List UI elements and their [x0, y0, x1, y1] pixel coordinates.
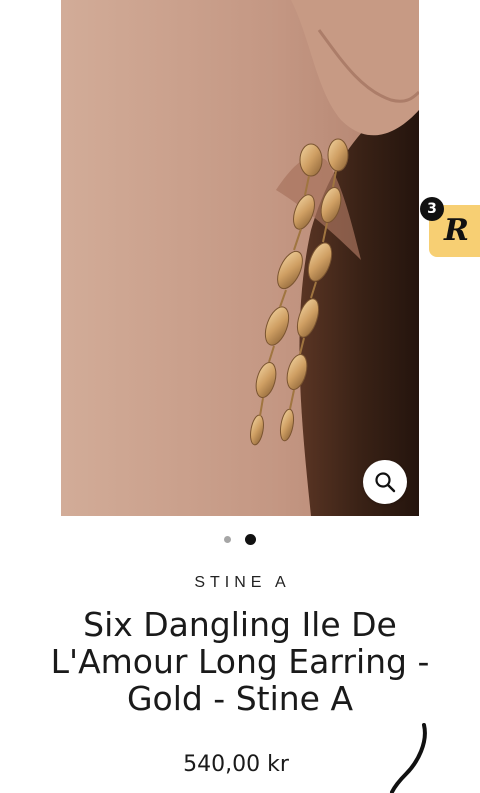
- rewards-count-badge: 3: [420, 197, 444, 221]
- rewards-logo-icon: R: [444, 213, 469, 248]
- product-image[interactable]: [61, 0, 419, 516]
- gallery-pagination: [0, 534, 480, 545]
- decorative-squiggle: [390, 723, 427, 793]
- pagination-dot-2[interactable]: [245, 534, 256, 545]
- zoom-button[interactable]: [363, 460, 407, 504]
- pagination-dot-1[interactable]: [224, 536, 231, 543]
- product-vendor[interactable]: STINE A: [0, 574, 480, 592]
- product-title: Six Dangling Ile De L'Amour Long Earring…: [50, 605, 430, 718]
- search-icon: [375, 472, 396, 493]
- earring-photo: [61, 0, 419, 516]
